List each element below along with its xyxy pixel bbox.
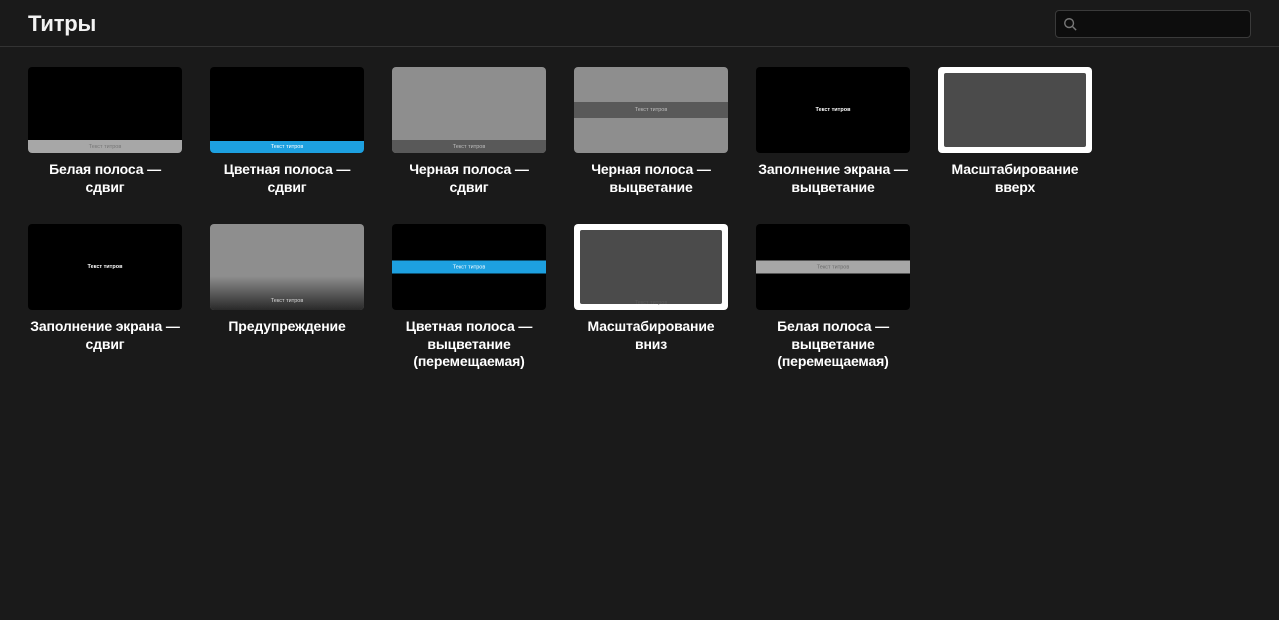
tile-label: Цветная полоса — сдвиг (210, 161, 364, 196)
tile-label: Черная полоса — выцветание (574, 161, 728, 196)
tile-label: Масштабирование вниз (574, 318, 728, 353)
header: Титры (0, 0, 1279, 47)
title-preset-fullscreen-slide[interactable]: Текст титров Заполнение экрана — сдвиг (28, 224, 182, 371)
thumb-text: Текст титров (453, 264, 486, 270)
thumbnail: Текст титров (756, 67, 910, 153)
thumb-text: Текст титров (817, 264, 850, 270)
search-icon (1063, 17, 1077, 31)
tile-label: Белая полоса — сдвиг (28, 161, 182, 196)
thumbnail: Текст титров (28, 67, 182, 153)
thumb-text: Текст титров (271, 144, 304, 150)
thumb-text: Текст титров (89, 144, 122, 150)
title-preset-zoom-down[interactable]: Текст титров Масштабирование вниз (574, 224, 728, 371)
page-title: Титры (28, 11, 96, 37)
tile-label: Масштабирование вверх (938, 161, 1092, 196)
title-preset-color-bar-slide[interactable]: Текст титров Цветная полоса — сдвиг (210, 67, 364, 196)
title-preset-black-bar-fade[interactable]: Текст титров Черная полоса — выцветание (574, 67, 728, 196)
tile-label: Цветная полоса — выцветание (перемещаема… (392, 318, 546, 371)
thumb-text: Текст титров (635, 107, 668, 113)
thumbnail: Текст титров (210, 224, 364, 310)
thumb-text: Текст титров (453, 144, 486, 150)
tile-label: Предупреждение (228, 318, 345, 336)
title-preset-warning[interactable]: Текст титров Предупреждение (210, 224, 364, 371)
thumb-text: Текст титров (271, 298, 304, 304)
thumbnail: Текст титров (210, 67, 364, 153)
tile-label: Белая полоса — выцветание (перемещаемая) (756, 318, 910, 371)
title-preset-white-bar-fade-movable[interactable]: Текст титров Белая полоса — выцветание (… (756, 224, 910, 371)
thumb-text: Текст титров (635, 300, 668, 306)
title-preset-white-bar-slide[interactable]: Текст титров Белая полоса — сдвиг (28, 67, 182, 196)
tile-label: Черная полоса — сдвиг (392, 161, 546, 196)
title-preset-zoom-up[interactable]: Текст титров Масштабирование вверх (938, 67, 1092, 196)
tile-label: Заполнение экрана — сдвиг (28, 318, 182, 353)
thumb-text: Текст титров (88, 264, 123, 270)
title-preset-fullscreen-fade[interactable]: Текст титров Заполнение экрана — выцвета… (756, 67, 910, 196)
thumbnail: Текст титров (392, 224, 546, 310)
title-preset-color-bar-fade-movable[interactable]: Текст титров Цветная полоса — выцветание… (392, 224, 546, 371)
titles-grid: Текст титров Белая полоса — сдвиг Текст … (0, 47, 1279, 391)
thumbnail: Текст титров (756, 224, 910, 310)
thumbnail: Текст титров (28, 224, 182, 310)
thumbnail: Текст титров (392, 67, 546, 153)
thumbnail: Текст титров (574, 67, 728, 153)
search-wrap (1055, 10, 1251, 38)
tile-label: Заполнение экрана — выцветание (756, 161, 910, 196)
thumbnail: Текст титров (574, 224, 728, 310)
thumbnail: Текст титров (938, 67, 1092, 153)
thumb-text: Текст титров (816, 107, 851, 113)
search-input[interactable] (1055, 10, 1251, 38)
title-preset-black-bar-slide[interactable]: Текст титров Черная полоса — сдвиг (392, 67, 546, 196)
